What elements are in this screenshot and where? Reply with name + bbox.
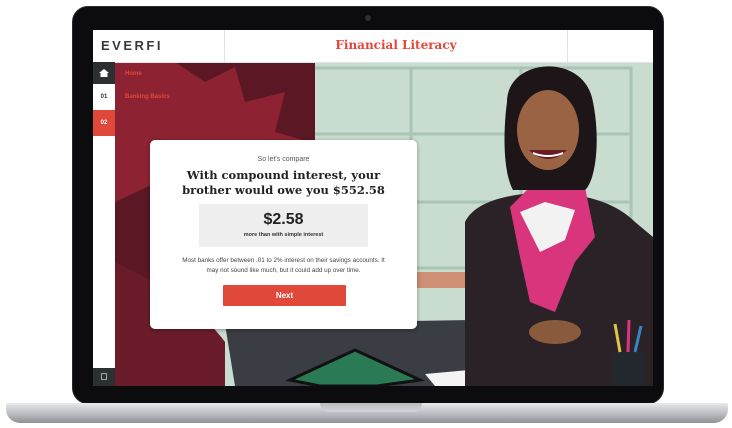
top-bar: EVERFI Financial Literacy (93, 30, 653, 63)
modal-kicker: So let's compare (257, 156, 310, 163)
webcam-icon (365, 15, 371, 21)
page-icon (101, 373, 107, 380)
woman-hands (529, 320, 581, 344)
modal-heading: With compound interest, your brother wou… (182, 168, 385, 197)
stat-box: $2.58 more than with simple interest (199, 204, 368, 247)
brand-logo[interactable]: EVERFI (101, 38, 163, 53)
stat-value: $2.58 (263, 211, 304, 228)
screen: EVERFI Financial Literacy 01 02 Home Ban… (93, 30, 653, 386)
next-button[interactable]: Next (223, 285, 346, 306)
pencil-cup (613, 352, 643, 386)
divider (567, 30, 568, 62)
home-icon (99, 69, 109, 77)
stat-caption: more than with simple interest (243, 232, 324, 238)
sidebar-item-menu[interactable] (93, 368, 115, 386)
sidebar: 01 02 (93, 62, 115, 386)
course-title: Financial Literacy (335, 38, 457, 52)
sidebar-item-home[interactable] (93, 62, 115, 84)
comparison-modal: So let's compare With compound interest,… (150, 140, 417, 329)
sidebar-label-home[interactable]: Home (125, 71, 142, 77)
sidebar-item-02[interactable]: 02 (93, 110, 115, 136)
modal-body: Most banks offer between .01 to 2% inter… (182, 257, 385, 274)
sidebar-label-banking-basics[interactable]: Banking Basics (125, 94, 170, 100)
sidebar-item-01[interactable]: 01 (93, 84, 115, 110)
laptop-notch (320, 403, 422, 412)
